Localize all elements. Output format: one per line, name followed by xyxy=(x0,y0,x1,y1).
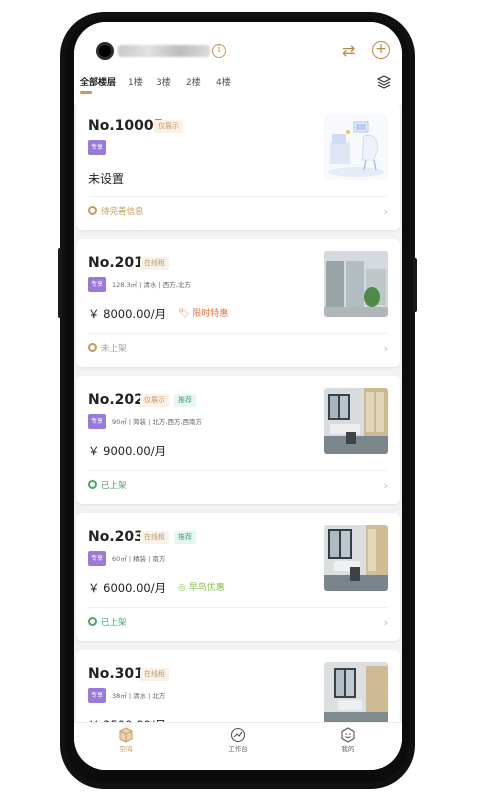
tab-floor-4[interactable]: 4楼 xyxy=(216,74,231,92)
listing-thumbnail-photo xyxy=(324,251,388,317)
tag-display-only: 仅展示 xyxy=(140,394,169,407)
nav-space[interactable]: 空间 xyxy=(96,727,156,755)
tag-online-lease: 在线租 xyxy=(140,531,169,544)
exclusive-badge: 专享 xyxy=(88,277,106,292)
exclusive-badge: 专享 xyxy=(88,414,106,429)
rent-price: ￥ 8000.00/月 xyxy=(88,307,167,321)
nav-mine[interactable]: 我的 xyxy=(318,727,378,755)
tab-active-indicator xyxy=(80,91,92,94)
promo-label: 早鸟优惠 xyxy=(188,583,225,593)
unit-meta: 60㎡ | 精装 | 南方 xyxy=(112,555,166,563)
status-listed: 已上架 xyxy=(88,480,127,492)
card-divider xyxy=(88,196,388,197)
unit-number: No.10005 xyxy=(88,118,164,134)
volume-button xyxy=(58,248,62,318)
unit-number: No.202 xyxy=(88,392,144,408)
leaf-icon: ◎ xyxy=(178,583,189,593)
tag-recommended: 推荐 xyxy=(174,394,196,407)
app-screen: i ⇄ + 全部楼层 1楼 3楼 2楼 4楼 No.10005 仅展示 专享 未… xyxy=(74,22,402,770)
listing-card[interactable]: No.10005 仅展示 专享 未设置 待完善信息 › xyxy=(76,102,400,230)
nav-label: 工作台 xyxy=(228,745,248,753)
card-divider xyxy=(88,470,388,471)
nav-workbench[interactable]: 工作台 xyxy=(208,727,268,755)
rent-price: ￥ 9000.00/月 xyxy=(88,444,167,458)
layers-icon[interactable] xyxy=(376,75,392,91)
chart-circle-icon xyxy=(230,727,246,743)
unit-meta: 90㎡ | 简装 | 北方,西方,西南方 xyxy=(112,418,203,426)
unit-meta: 128.3㎡ | 清水 | 西方,北方 xyxy=(112,281,191,289)
tab-floor-1[interactable]: 1楼 xyxy=(128,74,143,92)
info-icon[interactable]: i xyxy=(212,44,226,58)
status-dot-icon xyxy=(88,480,97,489)
tab-all-floors[interactable]: 全部楼层 xyxy=(80,74,116,92)
exclusive-badge: 专享 xyxy=(88,551,106,566)
promo-early-bird: ◎ 早鸟优惠 xyxy=(178,581,225,595)
status-dot-icon xyxy=(88,206,97,215)
status-label: 已上架 xyxy=(101,481,127,491)
listing-thumbnail-photo xyxy=(324,662,388,728)
listing-card[interactable]: No.202 仅展示 推荐 专享 90㎡ | 简装 | 北方,西方,西南方 ￥ … xyxy=(76,376,400,504)
switch-arrows-icon[interactable]: ⇄ xyxy=(342,42,362,60)
unit-number: No.201 xyxy=(88,255,144,271)
chevron-right-icon[interactable]: › xyxy=(384,617,388,629)
tab-floor-3[interactable]: 3楼 xyxy=(156,74,171,92)
status-not-listed: 未上架 xyxy=(88,343,127,355)
cube-icon xyxy=(118,727,134,743)
building-name-blurred[interactable] xyxy=(118,45,210,57)
smiley-icon xyxy=(340,727,356,743)
tag-online-lease: 在线租 xyxy=(140,257,169,270)
rent-price: ￥ 6000.00/月 xyxy=(88,581,167,595)
promo-limited-offer: 🏷 限时特惠 xyxy=(178,307,228,321)
status-pending-info: 待完善信息 xyxy=(88,206,144,218)
bottom-navigation: 空间 工作台 我的 xyxy=(74,722,402,770)
tag-display-only: 仅展示 xyxy=(154,120,183,133)
tab-floor-2[interactable]: 2楼 xyxy=(186,74,201,92)
listing-thumbnail-photo xyxy=(324,388,388,454)
top-bar: i ⇄ + xyxy=(74,22,402,78)
status-label: 已上架 xyxy=(101,618,127,628)
status-dot-icon xyxy=(88,343,97,352)
promo-label: 限时特惠 xyxy=(192,309,229,319)
status-dot-icon xyxy=(88,617,97,626)
front-camera xyxy=(96,42,114,60)
listing-thumbnail-illustration xyxy=(324,114,388,180)
floor-tabs: 全部楼层 1楼 3楼 2楼 4楼 xyxy=(74,74,402,104)
status-listed: 已上架 xyxy=(88,617,127,629)
listing-list: No.10005 仅展示 专享 未设置 待完善信息 › No.201 在线租 专… xyxy=(74,102,402,770)
listing-card[interactable]: No.201 在线租 专享 128.3㎡ | 清水 | 西方,北方 ￥ 8000… xyxy=(76,239,400,367)
exclusive-badge: 专享 xyxy=(88,140,106,155)
tag-icon: 🏷 xyxy=(178,309,193,319)
status-label: 待完善信息 xyxy=(101,207,144,217)
card-divider xyxy=(88,607,388,608)
chevron-right-icon[interactable]: › xyxy=(384,480,388,492)
tag-recommended: 推荐 xyxy=(174,531,196,544)
plus-circle-icon[interactable]: + xyxy=(372,41,390,59)
tag-online-lease: 在线租 xyxy=(140,668,169,681)
status-label: 未上架 xyxy=(101,344,127,354)
unit-number: No.203 xyxy=(88,529,144,545)
exclusive-badge: 专享 xyxy=(88,688,106,703)
nav-label: 空间 xyxy=(119,745,133,753)
chevron-right-icon[interactable]: › xyxy=(384,206,388,218)
listing-card[interactable]: No.203 在线租 推荐 专享 60㎡ | 精装 | 南方 ￥ 6000.00… xyxy=(76,513,400,641)
unit-number: No.301 xyxy=(88,666,144,682)
unit-meta: 38㎡ | 清水 | 北方 xyxy=(112,692,166,700)
power-button xyxy=(413,258,417,312)
price-unset: 未设置 xyxy=(88,172,125,186)
chevron-right-icon[interactable]: › xyxy=(384,343,388,355)
listing-thumbnail-photo xyxy=(324,525,388,591)
nav-label: 我的 xyxy=(341,745,355,753)
card-divider xyxy=(88,333,388,334)
